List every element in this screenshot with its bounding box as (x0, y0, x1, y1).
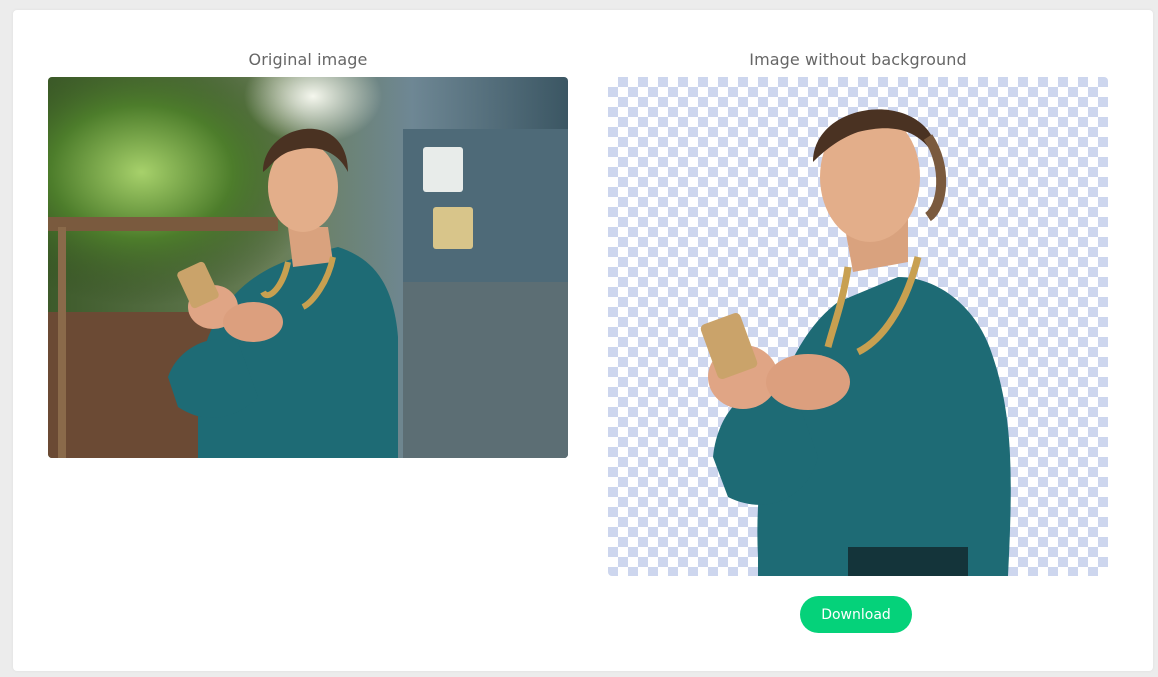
original-photo (48, 77, 568, 458)
original-image (48, 77, 568, 458)
cutout-photo (700, 109, 1011, 576)
result-image (608, 77, 1108, 576)
original-image-title: Original image (248, 50, 368, 69)
download-button[interactable]: Download (800, 596, 912, 633)
result-card: Original image Image without background (13, 10, 1153, 671)
result-image-title: Image without background (749, 50, 967, 69)
